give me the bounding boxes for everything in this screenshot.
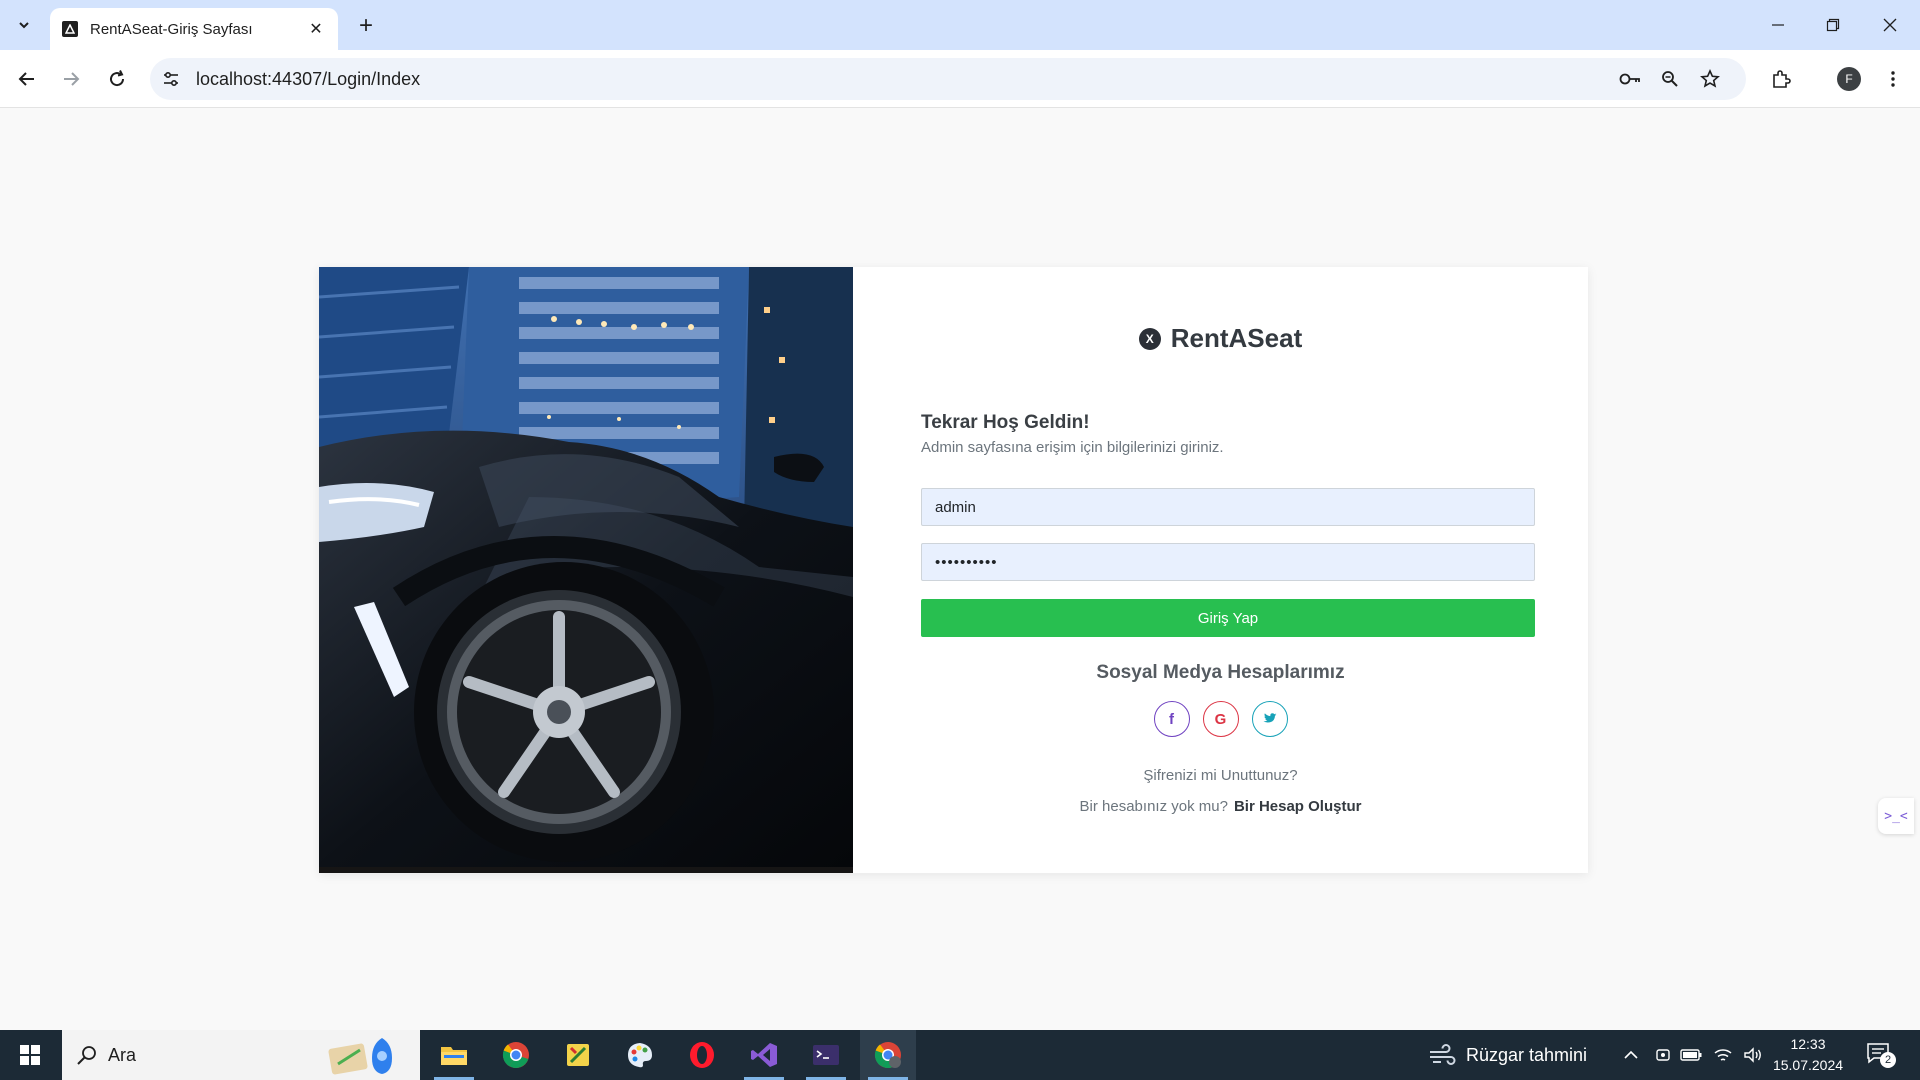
welcome-heading: Tekrar Hoş Geldin! — [921, 412, 1090, 433]
notification-count-badge: 2 — [1880, 1052, 1896, 1068]
search-label: Ara — [108, 1044, 137, 1065]
terminal-app-icon[interactable] — [798, 1030, 854, 1080]
browser-menu-icon[interactable] — [1878, 64, 1908, 94]
facebook-icon[interactable]: f — [1153, 701, 1190, 737]
tab-search-chevron-icon[interactable] — [10, 12, 38, 38]
bookmark-star-icon[interactable] — [1698, 68, 1722, 90]
weather-label: Rüzgar tahmini — [1466, 1044, 1588, 1065]
design-tool-app-icon[interactable] — [550, 1030, 606, 1080]
minimize-window-icon[interactable] — [1758, 10, 1798, 40]
restore-window-icon[interactable] — [1813, 10, 1853, 40]
forgot-password-link[interactable]: Şifrenizi mi Unuttunuz? — [853, 767, 1588, 784]
hero-car-image — [319, 267, 853, 873]
browser-tab-active[interactable]: RentASeat-Giriş Sayfası ✕ — [50, 8, 338, 50]
no-account-text: Bir hesabınız yok mu? — [1079, 798, 1228, 815]
clock-time: 12:33 — [1790, 1036, 1826, 1052]
url-text: localhost:44307/Login/Index — [196, 69, 421, 89]
brand-name: RentASeat — [1170, 323, 1303, 353]
reload-icon[interactable] — [102, 64, 132, 94]
create-account-link[interactable]: Bir Hesap Oluştur — [1234, 798, 1362, 815]
google-icon[interactable]: G — [1202, 701, 1239, 737]
close-window-icon[interactable] — [1870, 10, 1910, 40]
login-form-panel: X RentASeat Tekrar Hoş Geldin! Admin say… — [853, 267, 1588, 873]
profile-avatar[interactable]: F — [1834, 64, 1864, 94]
weather-widget[interactable]: Rüzgar tahmini — [1428, 1030, 1587, 1080]
login-button[interactable]: Giriş Yap — [921, 599, 1535, 637]
login-card: X RentASeat Tekrar Hoş Geldin! Admin say… — [319, 267, 1588, 873]
password-input[interactable]: •••••••••• — [921, 543, 1535, 581]
welcome-subtitle: Admin sayfasına erişim için bilgileriniz… — [921, 439, 1224, 456]
browser-toolbar: localhost:44307/Login/Index F — [0, 50, 1920, 108]
site-settings-icon[interactable] — [160, 68, 182, 90]
social-heading: Sosyal Medya Hesaplarımız — [1096, 662, 1345, 683]
wind-icon — [1430, 1044, 1456, 1065]
opera-app-icon[interactable] — [674, 1030, 730, 1080]
forward-arrow-icon[interactable] — [56, 64, 86, 94]
battery-icon[interactable] — [1680, 1045, 1702, 1065]
windows-start-icon[interactable] — [0, 1030, 60, 1080]
new-tab-plus-icon[interactable]: + — [352, 12, 380, 40]
zoom-icon[interactable] — [1658, 68, 1682, 90]
chrome-app-icon[interactable] — [488, 1030, 544, 1080]
side-widget-code-icon[interactable]: >_< — [1878, 798, 1914, 834]
password-key-icon[interactable] — [1618, 68, 1642, 90]
social-links: f G — [853, 701, 1588, 737]
search-highlight-illustration-icon — [328, 1038, 392, 1075]
back-arrow-icon[interactable] — [12, 64, 42, 94]
signup-row: Bir hesabınız yok mu? Bir Hesap Oluştur — [853, 798, 1588, 815]
taskbar-search-box[interactable]: Ara — [62, 1030, 420, 1080]
wifi-icon[interactable] — [1712, 1045, 1734, 1065]
search-icon — [77, 1046, 96, 1065]
site-favicon-icon — [62, 21, 78, 37]
username-input[interactable]: admin — [921, 488, 1535, 526]
tab-close-icon[interactable]: ✕ — [306, 19, 326, 39]
brand-logo-icon: X — [1138, 327, 1161, 350]
brand-header: X RentASeat — [853, 323, 1588, 354]
windows-taskbar: Ara Rüzgar tahmini 12:33 15.07.2024 2 — [0, 1030, 1920, 1080]
notification-center-icon[interactable]: 2 — [1866, 1042, 1896, 1068]
extensions-puzzle-icon[interactable] — [1766, 64, 1796, 94]
visual-studio-app-icon[interactable] — [736, 1030, 792, 1080]
volume-icon[interactable] — [1742, 1045, 1764, 1065]
address-bar[interactable]: localhost:44307/Login/Index — [150, 58, 1746, 100]
twitter-icon[interactable] — [1251, 701, 1288, 737]
browser-tabstrip: RentASeat-Giriş Sayfası ✕ + — [0, 0, 1920, 50]
show-hidden-icons-chevron-icon[interactable] — [1620, 1045, 1642, 1065]
tab-title: RentASeat-Giriş Sayfası — [90, 20, 253, 38]
taskbar-clock[interactable]: 12:33 15.07.2024 — [1772, 1034, 1844, 1076]
meet-now-icon[interactable] — [1652, 1045, 1674, 1065]
paint-app-icon[interactable] — [612, 1030, 668, 1080]
file-explorer-app-icon[interactable] — [426, 1030, 482, 1080]
clock-date: 15.07.2024 — [1772, 1057, 1844, 1073]
chrome-profile-app-icon[interactable] — [860, 1030, 916, 1080]
